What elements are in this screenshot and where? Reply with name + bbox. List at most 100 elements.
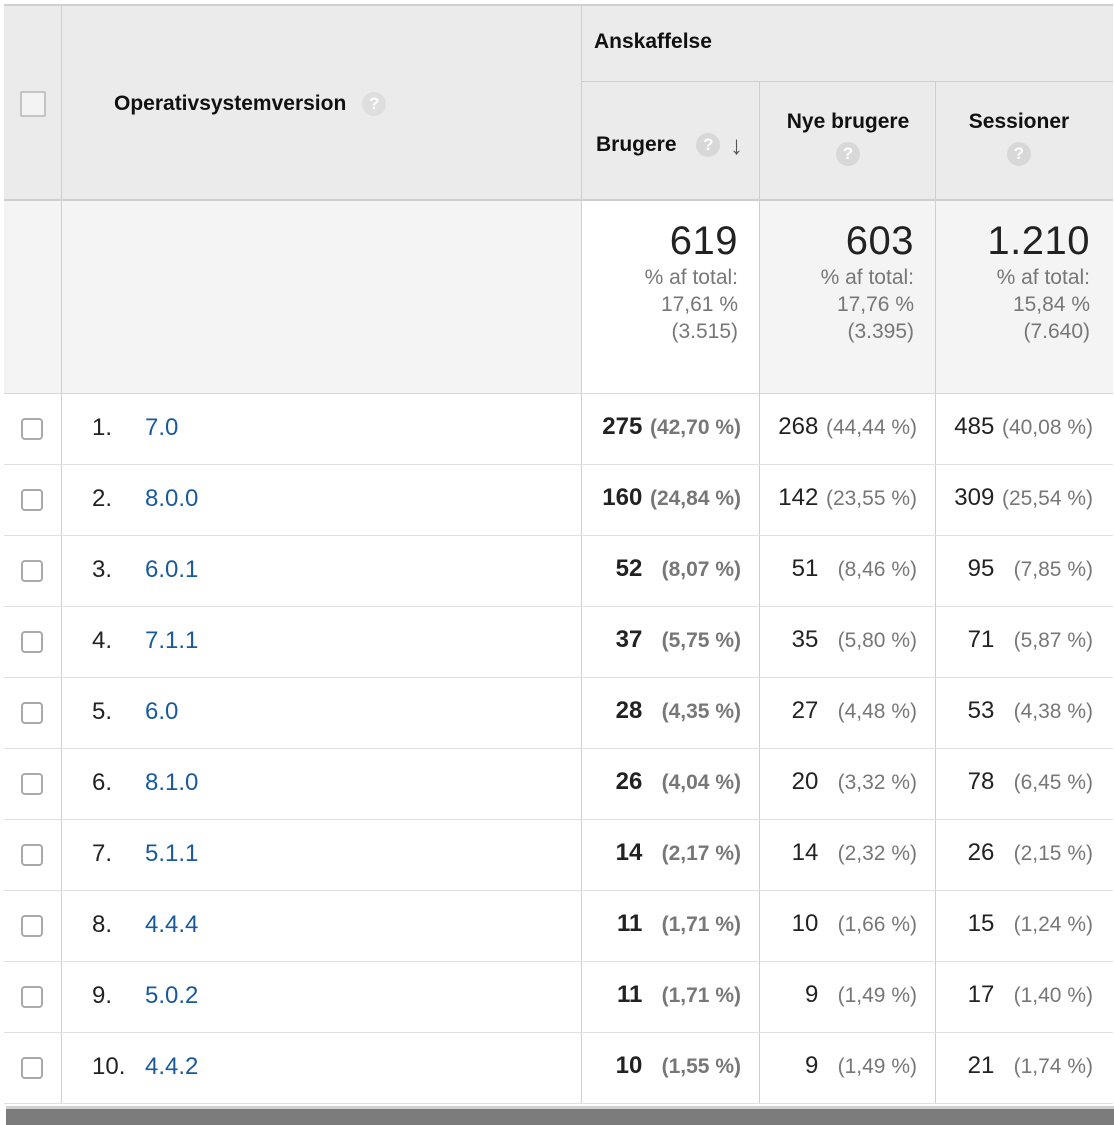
users-pct: (1,71 %) xyxy=(661,984,741,1007)
table-row: 8. 4.4.4 11 (1,71 %) 10 (1,66 %) 15 (1,2… xyxy=(4,891,1113,962)
table-row: 7. 5.1.1 14 (2,17 %) 14 (2,32 %) 26 (2,1… xyxy=(4,820,1113,891)
sessions-value: 15 xyxy=(967,910,995,937)
sessions-cell: 26 (2,15 %) xyxy=(950,839,1093,867)
os-version-link[interactable]: 7.1.1 xyxy=(145,627,198,655)
new-users-value: 9 xyxy=(804,981,819,1008)
sessions-pct: (2,15 %) xyxy=(1013,842,1093,865)
dimension-header-label: Operativsystemversion xyxy=(114,92,347,115)
sessions-cell: 17 (1,40 %) xyxy=(950,981,1093,1009)
row-rank: 4. xyxy=(92,627,113,654)
sessions-pct: (25,54 %) xyxy=(1001,487,1093,510)
row-rank: 6. xyxy=(92,769,113,796)
new-users-pct: (1,49 %) xyxy=(837,984,917,1007)
total-users-total: (3.515) xyxy=(671,320,738,343)
new-users-pct: (3,32 %) xyxy=(837,771,917,794)
sort-descending-icon[interactable]: ↓ xyxy=(730,130,743,161)
table-row: 3. 6.0.1 52 (8,07 %) 51 (8,46 %) 95 (7,8… xyxy=(4,536,1113,607)
new-users-cell: 10 (1,66 %) xyxy=(774,910,917,938)
os-version-link[interactable]: 8.1.0 xyxy=(145,769,198,797)
new-users-value: 20 xyxy=(791,768,819,795)
row-rank: 1. xyxy=(92,414,113,441)
help-icon[interactable]: ? xyxy=(362,92,387,117)
total-users-pct: 17,61 % xyxy=(660,293,738,316)
sessions-cell: 53 (4,38 %) xyxy=(950,697,1093,725)
horizontal-scrollbar[interactable] xyxy=(6,1106,1114,1125)
os-version-link[interactable]: 6.0.1 xyxy=(145,556,198,584)
column-header-new-users[interactable]: Nye brugere ? xyxy=(760,110,936,167)
new-users-pct: (1,49 %) xyxy=(837,1055,917,1078)
new-users-value: 51 xyxy=(791,555,819,582)
total-sessions-value: 1.210 xyxy=(987,219,1090,263)
new-users-pct: (2,32 %) xyxy=(837,842,917,865)
sessions-value: 53 xyxy=(967,697,995,724)
os-version-link[interactable]: 6.0 xyxy=(145,698,178,726)
row-checkbox[interactable] xyxy=(21,560,43,582)
total-new-users-total: (3.395) xyxy=(847,320,914,343)
total-new-users-pct: 17,76 % xyxy=(836,293,914,316)
os-version-link[interactable]: 8.0.0 xyxy=(145,485,198,513)
row-checkbox[interactable] xyxy=(21,986,43,1008)
group-header-acquisition: Anskaffelse xyxy=(594,30,712,53)
sessions-value: 95 xyxy=(967,555,995,582)
new-users-value: 268 xyxy=(778,413,819,440)
row-checkbox[interactable] xyxy=(21,915,43,937)
row-checkbox[interactable] xyxy=(21,702,43,724)
total-users-pct-label: % af total: xyxy=(644,266,738,289)
new-users-cell: 14 (2,32 %) xyxy=(774,839,917,867)
new-users-cell: 268 (44,44 %) xyxy=(774,413,917,441)
new-users-cell: 9 (1,49 %) xyxy=(774,1052,917,1080)
row-rank: 3. xyxy=(92,556,113,583)
users-pct: (2,17 %) xyxy=(661,842,741,865)
os-version-link[interactable]: 5.1.1 xyxy=(145,840,198,868)
new-users-pct: (23,55 %) xyxy=(825,487,917,510)
column-header-new-users-label: Nye brugere xyxy=(786,110,910,133)
users-value: 37 xyxy=(615,626,643,653)
table-row: 6. 8.1.0 26 (4,04 %) 20 (3,32 %) 78 (6,4… xyxy=(4,749,1113,820)
sessions-pct: (1,40 %) xyxy=(1013,984,1093,1007)
os-version-link[interactable]: 4.4.2 xyxy=(145,1053,198,1081)
new-users-cell: 27 (4,48 %) xyxy=(774,697,917,725)
users-value: 11 xyxy=(616,981,643,1008)
column-header-users[interactable]: Brugere ? xyxy=(596,133,721,158)
column-header-sessions[interactable]: Sessioner ? xyxy=(936,110,1102,167)
users-value: 26 xyxy=(615,768,643,795)
help-icon[interactable]: ? xyxy=(1007,142,1031,167)
row-rank: 7. xyxy=(92,840,113,867)
new-users-pct: (5,80 %) xyxy=(837,629,917,652)
users-pct: (5,75 %) xyxy=(661,629,741,652)
sessions-pct: (5,87 %) xyxy=(1013,629,1093,652)
os-version-link[interactable]: 5.0.2 xyxy=(145,982,198,1010)
new-users-value: 10 xyxy=(791,910,819,937)
help-icon[interactable]: ? xyxy=(836,142,860,167)
users-cell: 28 (4,35 %) xyxy=(598,697,741,725)
users-cell: 275 (42,70 %) xyxy=(598,413,741,441)
users-pct: (8,07 %) xyxy=(661,558,741,581)
total-sessions-total: (7.640) xyxy=(1023,320,1090,343)
column-header-users-label: Brugere xyxy=(596,133,677,156)
select-all-checkbox[interactable] xyxy=(20,91,46,117)
os-version-link[interactable]: 7.0 xyxy=(145,414,178,442)
dimension-header[interactable]: Operativsystemversion ? xyxy=(114,92,387,117)
total-users-value: 619 xyxy=(669,219,738,263)
row-checkbox[interactable] xyxy=(21,631,43,653)
os-version-link[interactable]: 4.4.4 xyxy=(145,911,198,939)
new-users-cell: 9 (1,49 %) xyxy=(774,981,917,1009)
sessions-value: 71 xyxy=(967,626,995,653)
sessions-value: 309 xyxy=(954,484,995,511)
total-sessions-pct-label: % af total: xyxy=(996,266,1090,289)
sessions-cell: 95 (7,85 %) xyxy=(950,555,1093,583)
table-row: 1. 7.0 275 (42,70 %) 268 (44,44 %) 485 (… xyxy=(4,394,1113,465)
users-cell: 14 (2,17 %) xyxy=(598,839,741,867)
row-checkbox[interactable] xyxy=(21,418,43,440)
sessions-value: 78 xyxy=(967,768,995,795)
new-users-pct: (4,48 %) xyxy=(837,700,917,723)
row-checkbox[interactable] xyxy=(21,773,43,795)
row-checkbox[interactable] xyxy=(21,489,43,511)
row-checkbox[interactable] xyxy=(21,844,43,866)
row-checkbox[interactable] xyxy=(21,1057,43,1079)
sessions-cell: 21 (1,74 %) xyxy=(950,1052,1093,1080)
users-cell: 11 (1,71 %) xyxy=(598,910,741,938)
row-rank: 5. xyxy=(92,698,113,725)
help-icon[interactable]: ? xyxy=(696,133,721,158)
sessions-value: 17 xyxy=(967,981,995,1008)
